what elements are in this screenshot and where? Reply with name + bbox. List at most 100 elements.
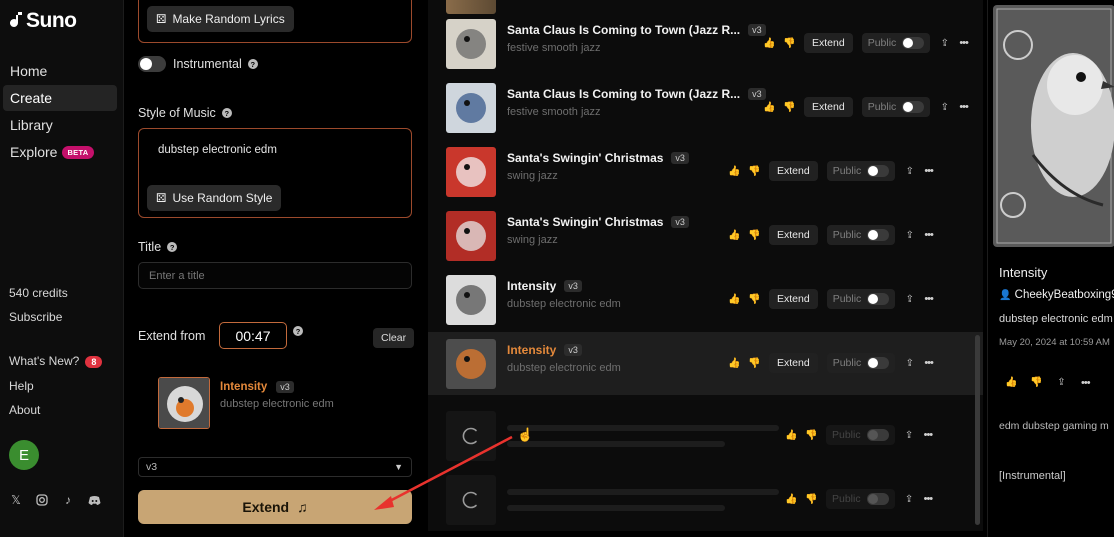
thumbs-up-icon[interactable]: 👍 xyxy=(728,294,740,305)
thumbs-down-icon[interactable]: 👎 xyxy=(748,294,760,305)
song-row[interactable]: Santa's Swingin' Christmas v3 swing jazz… xyxy=(428,204,983,267)
loading-placeholder xyxy=(507,505,725,511)
song-row[interactable]: Intensity v3 dubstep electronic edm 👍 👎 … xyxy=(428,268,983,331)
style-of-music-box[interactable]: dubstep electronic edm ⚄ Use Random Styl… xyxy=(138,128,412,218)
extend-song-button[interactable]: Extend xyxy=(804,33,853,53)
thumbs-up-icon[interactable]: 👍 xyxy=(728,358,740,369)
song-row[interactable]: Santa's Swingin' Christmas v3 swing jazz… xyxy=(428,140,983,203)
more-options-icon[interactable]: ••• xyxy=(959,37,969,49)
share-icon[interactable]: ⇪ xyxy=(904,430,915,441)
thumbs-down-icon[interactable]: 👎 xyxy=(748,166,760,177)
clear-button[interactable]: Clear xyxy=(373,328,415,348)
subscribe-link[interactable]: Subscribe xyxy=(9,310,62,324)
thumbs-up-icon[interactable]: 👍 xyxy=(728,230,740,241)
lyrics-box[interactable]: ⚄ Make Random Lyrics xyxy=(138,0,412,43)
more-options-icon[interactable]: ••• xyxy=(924,165,934,177)
help-icon[interactable]: ? xyxy=(293,326,303,336)
thumbs-down-icon[interactable]: 👎 xyxy=(783,38,795,49)
help-link[interactable]: Help xyxy=(9,379,34,393)
nav-library[interactable]: Library xyxy=(3,112,117,138)
thumbs-down-icon[interactable]: 👎 xyxy=(748,230,760,241)
thumbs-down-icon[interactable]: 👎 xyxy=(783,102,795,113)
more-options-icon[interactable]: ••• xyxy=(924,229,934,241)
extend-song-button[interactable]: Extend xyxy=(804,97,853,117)
public-toggle[interactable]: Public xyxy=(826,225,896,245)
song-title[interactable]: Intensity v3 xyxy=(507,279,582,293)
share-icon[interactable]: ⇪ xyxy=(904,230,915,241)
song-title[interactable]: Intensity v3 xyxy=(507,343,582,357)
song-thumbnail[interactable] xyxy=(446,339,496,389)
song-row[interactable]: Intensity v3 dubstep electronic edm 👍 👎 … xyxy=(428,332,983,395)
song-thumbnail[interactable] xyxy=(446,147,496,197)
share-icon[interactable]: ⇪ xyxy=(904,166,915,177)
song-title[interactable]: Santa Claus Is Coming to Town (Jazz R...… xyxy=(507,87,766,101)
share-icon[interactable]: ⇪ xyxy=(939,38,950,49)
extend-song-button[interactable]: Extend xyxy=(769,161,818,181)
help-icon[interactable]: ? xyxy=(221,108,232,118)
thumbs-up-icon[interactable]: 👍 xyxy=(728,166,740,177)
share-icon[interactable]: ⇪ xyxy=(904,494,915,505)
share-icon[interactable]: ⇪ xyxy=(904,358,915,369)
whats-new-link[interactable]: What's New? 8 xyxy=(9,354,103,368)
about-link[interactable]: About xyxy=(9,403,40,417)
random-lyrics-button[interactable]: ⚄ Make Random Lyrics xyxy=(147,6,294,32)
more-options-icon[interactable]: ••• xyxy=(924,493,934,505)
thumbs-up-icon[interactable]: 👍 xyxy=(785,494,797,505)
nav-explore[interactable]: Explore BETA xyxy=(3,139,117,165)
x-icon[interactable]: 𝕏 xyxy=(9,493,23,507)
song-row[interactable]: Santa Claus Is Coming to Town (Jazz R...… xyxy=(428,76,983,139)
share-icon[interactable]: ⇪ xyxy=(904,294,915,305)
song-row[interactable]: Santa Claus Is Coming to Town (Jazz R...… xyxy=(428,12,983,75)
public-toggle[interactable]: Public xyxy=(826,489,895,509)
instrumental-toggle[interactable] xyxy=(138,56,166,72)
song-thumbnail[interactable] xyxy=(446,83,496,133)
more-options-icon[interactable]: ••• xyxy=(924,357,934,369)
avatar[interactable]: E xyxy=(9,440,39,470)
more-options-icon[interactable]: ••• xyxy=(924,293,934,305)
extend-song-button[interactable]: Extend xyxy=(769,353,818,373)
more-options-icon[interactable]: ••• xyxy=(924,429,934,441)
nav-create[interactable]: Create xyxy=(3,85,117,111)
thumbs-up-icon[interactable]: 👍 xyxy=(763,102,775,113)
thumbs-down-icon[interactable]: 👎 xyxy=(1030,377,1042,388)
thumbs-down-icon[interactable]: 👎 xyxy=(805,430,817,441)
song-thumbnail[interactable] xyxy=(446,211,496,261)
public-toggle[interactable]: Public xyxy=(826,289,896,309)
tiktok-icon[interactable]: ♪ xyxy=(61,493,75,507)
thumbs-up-icon[interactable]: 👍 xyxy=(1005,377,1017,388)
song-title[interactable]: Santa's Swingin' Christmas v3 xyxy=(507,215,689,229)
more-options-icon[interactable]: ••• xyxy=(959,101,969,113)
extend-song-button[interactable]: Extend xyxy=(769,225,818,245)
public-toggle[interactable]: Public xyxy=(861,33,931,53)
suno-logo[interactable]: Suno xyxy=(9,9,77,33)
thumbs-down-icon[interactable]: 👎 xyxy=(748,358,760,369)
thumbs-up-icon[interactable]: 👍 xyxy=(785,430,797,441)
extend-from-input[interactable]: 00:47 xyxy=(219,322,287,349)
share-icon[interactable]: ⇪ xyxy=(1056,377,1067,388)
help-icon[interactable]: ? xyxy=(247,59,258,69)
song-thumbnail[interactable] xyxy=(446,19,496,69)
random-style-button[interactable]: ⚄ Use Random Style xyxy=(147,185,282,211)
extend-song-button[interactable]: Extend xyxy=(769,289,818,309)
public-toggle[interactable]: Public xyxy=(826,425,895,445)
nav-home[interactable]: Home xyxy=(3,58,117,84)
public-toggle[interactable]: Public xyxy=(861,97,931,117)
share-icon[interactable]: ⇪ xyxy=(939,102,950,113)
title-input[interactable]: Enter a title xyxy=(138,262,412,289)
detail-user[interactable]: 👤 CheekyBeatboxing9 xyxy=(999,289,1114,301)
help-icon[interactable]: ? xyxy=(167,242,178,252)
song-title[interactable]: Santa Claus Is Coming to Town (Jazz R...… xyxy=(507,23,766,37)
public-toggle[interactable]: Public xyxy=(826,161,896,181)
song-thumbnail[interactable] xyxy=(446,275,496,325)
scrollbar[interactable] xyxy=(975,335,980,525)
extend-button[interactable]: Extend ♫ xyxy=(138,490,412,524)
more-options-icon[interactable]: ••• xyxy=(1081,377,1091,389)
style-input[interactable]: dubstep electronic edm xyxy=(158,144,277,156)
public-toggle[interactable]: Public xyxy=(826,353,896,373)
model-version-select[interactable]: v3 ▼ xyxy=(138,457,412,477)
discord-icon[interactable] xyxy=(87,493,101,507)
instagram-icon[interactable] xyxy=(35,493,49,507)
song-title[interactable]: Santa's Swingin' Christmas v3 xyxy=(507,151,689,165)
thumbs-up-icon[interactable]: 👍 xyxy=(763,38,775,49)
thumbs-down-icon[interactable]: 👎 xyxy=(805,494,817,505)
